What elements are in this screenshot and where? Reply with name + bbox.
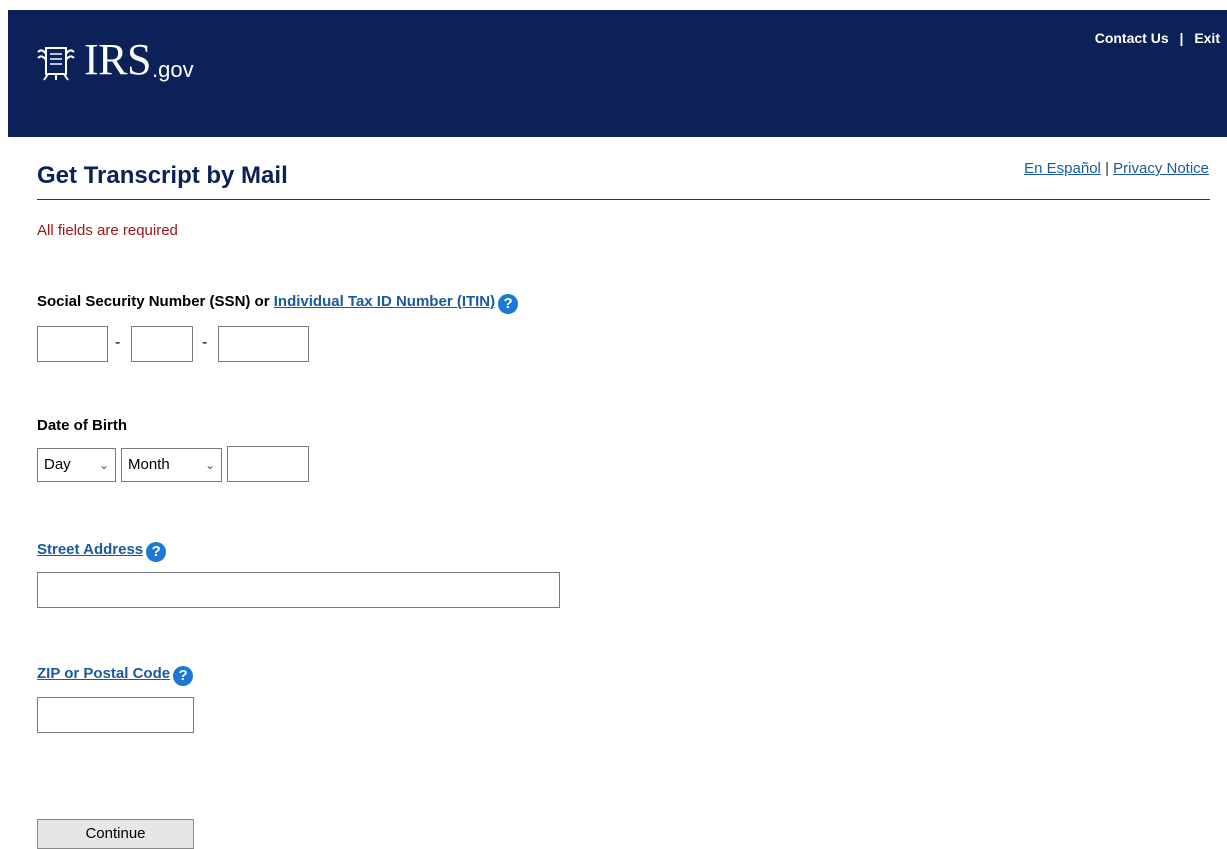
chevron-down-icon: ⌄ [98, 458, 109, 472]
dob-label: Date of Birth [37, 417, 127, 434]
street-help-icon[interactable]: ? [146, 542, 167, 562]
logo-irs-text: IRS [84, 35, 151, 84]
top-links-separator: | [1179, 30, 1184, 46]
ssn-part3-input[interactable] [218, 326, 309, 362]
ssn-label: Social Security Number (SSN) or Individu… [37, 293, 519, 314]
zip-code-input[interactable] [37, 697, 194, 733]
exit-link[interactable]: Exit [1194, 30, 1220, 46]
ssn-part1-input[interactable] [37, 326, 108, 362]
street-address-link[interactable]: Street Address [37, 541, 143, 558]
irs-logo[interactable]: IRS .gov [36, 38, 194, 82]
site-header: IRS .gov Contact Us | Exit [8, 10, 1227, 137]
title-divider [37, 199, 1210, 200]
espanol-link[interactable]: En Español [1024, 160, 1101, 177]
street-address-input[interactable] [37, 572, 560, 608]
ssn-part2-input[interactable] [131, 326, 193, 362]
privacy-notice-link[interactable]: Privacy Notice [1113, 160, 1209, 177]
ssn-dash-2: - [202, 334, 208, 351]
required-note: All fields are required [37, 222, 178, 239]
chevron-down-icon: ⌄ [204, 458, 215, 472]
dob-day-select[interactable]: Day ⌄ [37, 448, 116, 482]
language-privacy-links: En Español | Privacy Notice [1024, 160, 1209, 177]
zip-help-icon[interactable]: ? [173, 666, 194, 686]
ssn-help-icon[interactable]: ? [498, 294, 519, 314]
links-separator: | [1105, 160, 1109, 177]
eagle-icon [37, 47, 75, 81]
page-title: Get Transcript by Mail [37, 162, 288, 189]
ssn-label-text: Social Security Number (SSN) or [37, 293, 274, 310]
top-links: Contact Us | Exit [1095, 30, 1220, 46]
dob-year-input[interactable] [227, 446, 309, 482]
dob-month-value: Month [128, 456, 170, 473]
contact-us-link[interactable]: Contact Us [1095, 30, 1169, 46]
street-label: Street Address? [37, 541, 167, 562]
zip-code-link[interactable]: ZIP or Postal Code [37, 665, 170, 682]
zip-label: ZIP or Postal Code? [37, 665, 194, 686]
dob-day-value: Day [44, 456, 71, 473]
logo-gov-text: .gov [151, 57, 194, 82]
ssn-dash-1: - [115, 334, 121, 351]
itin-link[interactable]: Individual Tax ID Number (ITIN) [274, 293, 495, 310]
continue-button[interactable]: Continue [37, 819, 194, 849]
dob-month-select[interactable]: Month ⌄ [121, 448, 222, 482]
